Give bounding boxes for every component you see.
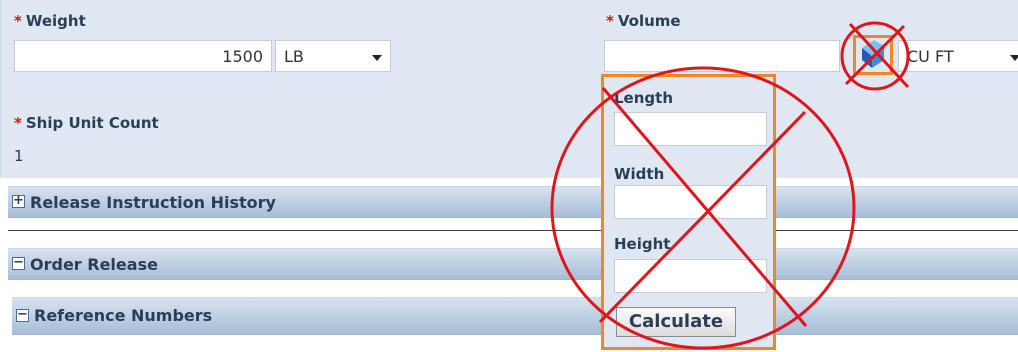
expand-icon[interactable]: +: [12, 194, 25, 208]
chevron-down-icon: [372, 55, 382, 61]
weight-input[interactable]: 1500: [14, 40, 272, 72]
required-marker: *: [14, 12, 22, 30]
chevron-down-icon: [1010, 55, 1018, 61]
width-label: Width: [614, 165, 665, 183]
volume-label: * Volume: [606, 12, 681, 30]
form-panel: [0, 0, 1018, 178]
collapse-icon[interactable]: −: [12, 256, 25, 270]
required-marker: *: [606, 12, 614, 30]
section-order-release[interactable]: − Order Release: [8, 248, 1018, 280]
section-reference-numbers[interactable]: − Reference Numbers: [12, 297, 1018, 335]
length-label: Length: [614, 89, 673, 107]
length-input[interactable]: [614, 112, 767, 146]
section-release-instruction-history[interactable]: + Release Instruction History: [8, 186, 1018, 218]
volume-calculator-popup: Length Width Height Calculate: [601, 74, 776, 350]
weight-unit-select[interactable]: LB: [275, 40, 391, 72]
divider: [8, 230, 1018, 231]
calculate-button[interactable]: Calculate: [616, 307, 736, 337]
required-marker: *: [14, 114, 22, 132]
calculator-icon[interactable]: [853, 35, 893, 75]
height-label: Height: [614, 235, 671, 253]
ship-unit-count-label: * Ship Unit Count: [14, 114, 159, 132]
height-input[interactable]: [614, 259, 767, 293]
weight-value: 1500: [222, 47, 263, 66]
weight-label: * Weight: [14, 12, 86, 30]
volume-unit-select[interactable]: CU FT: [898, 40, 1018, 72]
volume-input[interactable]: [604, 40, 840, 72]
collapse-icon[interactable]: −: [16, 308, 29, 322]
ship-unit-count-value: 1: [14, 147, 24, 165]
width-input[interactable]: [614, 185, 767, 219]
